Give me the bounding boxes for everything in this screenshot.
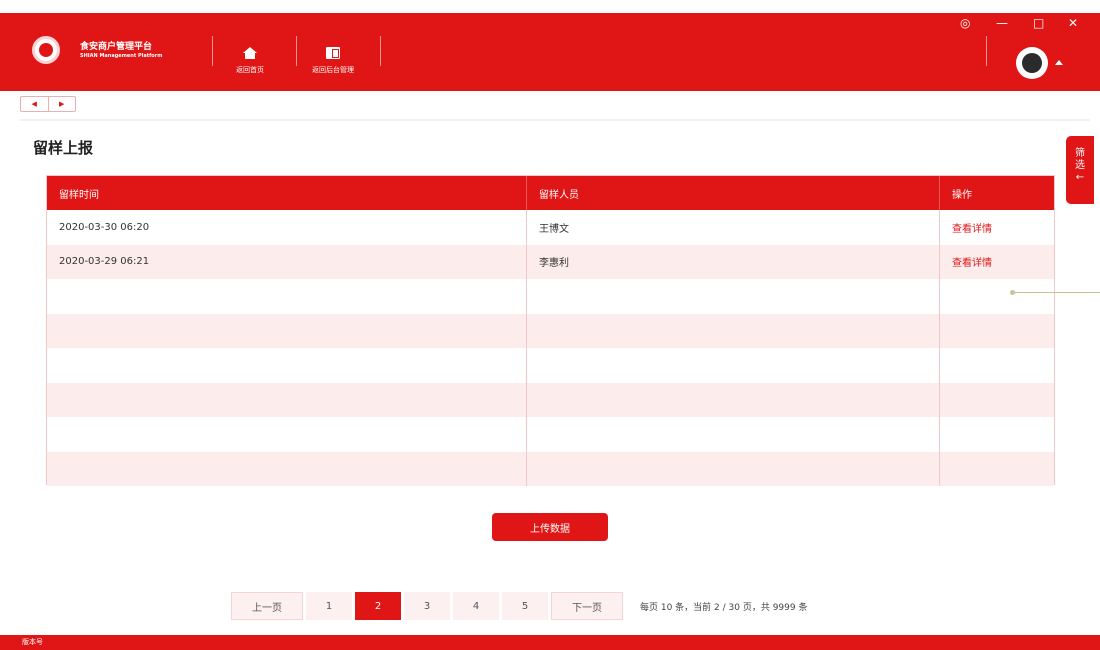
nav-home-label: 返回首页: [236, 66, 264, 74]
divider: [986, 36, 987, 66]
page-button[interactable]: 4: [453, 592, 499, 620]
page-button[interactable]: 3: [404, 592, 450, 620]
table-body: 2020-03-30 06:20 王博文 查看详情 2020-03-29 06:…: [47, 210, 1054, 486]
top-header: [0, 13, 1100, 91]
close-icon[interactable]: ✕: [1068, 16, 1078, 30]
upload-data-button[interactable]: 上传数据: [492, 513, 608, 541]
target-icon[interactable]: ◎: [960, 16, 970, 30]
page-button-current[interactable]: 2: [355, 592, 401, 620]
tab-navigator: ◀ ▶: [20, 96, 76, 112]
footer: 版本号: [0, 635, 1100, 650]
divider: [212, 36, 213, 66]
table-row-empty: [47, 348, 1054, 383]
nav-admin-label: 返回后台管理: [312, 66, 354, 74]
cell-time: 2020-03-29 06:21: [47, 244, 527, 279]
book-icon: [326, 47, 340, 59]
divider: [380, 36, 381, 66]
table-row: 2020-03-29 06:21 李惠利 查看详情: [47, 244, 1054, 279]
filter-label: 筛: [1075, 148, 1085, 159]
page-button[interactable]: 5: [502, 592, 548, 620]
view-details-link[interactable]: 查看详情: [952, 254, 992, 269]
nav-home-button[interactable]: 返回首页: [236, 47, 264, 75]
cell-person: 李惠利: [527, 244, 940, 279]
table-row-empty: [47, 279, 1054, 314]
next-page-button[interactable]: 下一页: [551, 592, 623, 620]
cell-person: 王博文: [527, 210, 940, 245]
nav-admin-button[interactable]: 返回后台管理: [312, 47, 354, 75]
col-header-person: 留样人员: [527, 176, 940, 210]
divider: [20, 119, 1090, 121]
version-label: 版本号: [22, 638, 43, 646]
avatar[interactable]: [1016, 47, 1048, 79]
divider: [296, 36, 297, 66]
home-icon: [243, 47, 257, 59]
maximize-icon[interactable]: □: [1033, 16, 1044, 30]
sample-table: 留样时间 留样人员 操作 2020-03-30 06:20 王博文 查看详情 2…: [46, 175, 1055, 486]
pagination: 上一页 1 2 3 4 5 下一页 每页 10 条，当前 2 / 30 页，共 …: [231, 592, 807, 620]
page-button[interactable]: 1: [306, 592, 352, 620]
minimize-icon[interactable]: —: [996, 16, 1008, 30]
table-row-empty: [47, 417, 1054, 452]
brand-subtitle: SHIAN Management Platform: [80, 53, 163, 59]
page-title: 留样上报: [33, 139, 94, 157]
caret-up-icon[interactable]: [1055, 60, 1063, 65]
col-header-time: 留样时间: [47, 176, 527, 210]
arrow-left-icon: ←: [1075, 172, 1085, 183]
annotation-line: [1012, 292, 1100, 293]
table-row-empty: [47, 451, 1054, 486]
filter-label: 选: [1075, 160, 1085, 171]
brand-title: 食安商户管理平台: [80, 42, 153, 52]
filter-button[interactable]: 筛 选 ←: [1066, 136, 1094, 204]
logo: [32, 36, 60, 64]
view-details-link[interactable]: 查看详情: [952, 220, 992, 235]
tab-next-button[interactable]: ▶: [49, 97, 76, 111]
cell-time: 2020-03-30 06:20: [47, 210, 527, 245]
col-header-action: 操作: [952, 189, 972, 201]
pagination-info: 每页 10 条，当前 2 / 30 页，共 9999 条: [640, 602, 808, 613]
table-row-empty: [47, 313, 1054, 348]
table-header: 留样时间 留样人员 操作: [47, 176, 1054, 210]
prev-page-button[interactable]: 上一页: [231, 592, 303, 620]
table-row-empty: [47, 382, 1054, 417]
tab-prev-button[interactable]: ◀: [21, 97, 49, 111]
table-row: 2020-03-30 06:20 王博文 查看详情: [47, 210, 1054, 245]
